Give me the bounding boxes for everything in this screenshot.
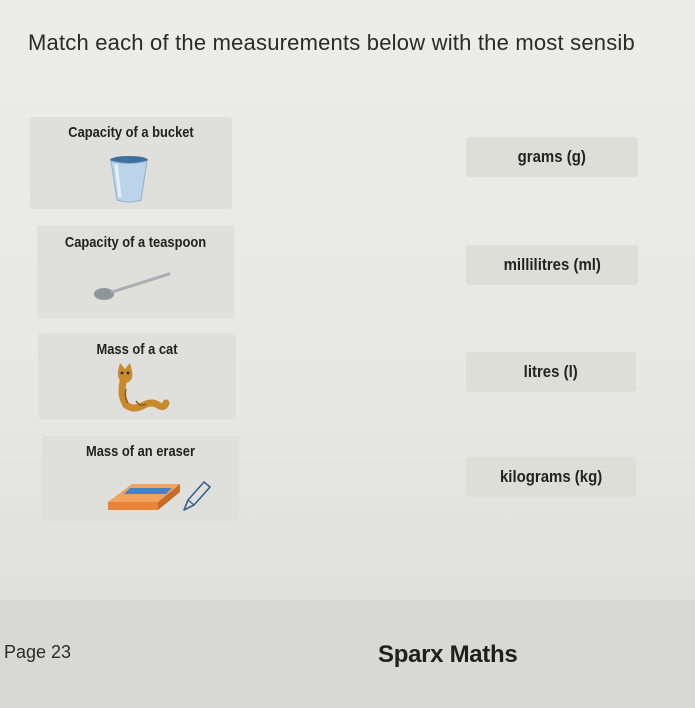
bucket-icon xyxy=(110,156,148,203)
card-capacity-teaspoon[interactable]: Capacity of a teaspoon xyxy=(37,226,234,318)
screen: Match each of the measurements below wit… xyxy=(0,0,695,708)
unit-grams[interactable]: grams (g) xyxy=(466,137,638,177)
question-text: Match each of the measurements below wit… xyxy=(28,30,635,55)
card-label: Mass of a cat xyxy=(96,341,178,358)
card-mass-cat[interactable]: Mass of a cat xyxy=(38,333,236,419)
unit-label: grams (g) xyxy=(517,147,587,166)
cat-icon xyxy=(117,363,170,412)
brand-logo: Sparx Maths xyxy=(378,641,518,668)
unit-label: litres (l) xyxy=(523,362,579,381)
unit-label: kilograms (kg) xyxy=(499,467,603,486)
teaspoon-icon xyxy=(94,272,171,300)
unit-label: millilitres (ml) xyxy=(503,255,601,274)
unit-litres[interactable]: litres (l) xyxy=(466,352,636,392)
card-label: Mass of an eraser xyxy=(85,443,195,460)
card-label: Capacity of a teaspoon xyxy=(64,234,207,251)
eraser-icon xyxy=(108,481,211,511)
card-mass-eraser[interactable]: Mass of an eraser xyxy=(42,436,239,522)
unit-kilograms[interactable]: kilograms (kg) xyxy=(466,457,636,497)
footer-bar xyxy=(0,600,695,708)
unit-millilitres[interactable]: millilitres (ml) xyxy=(466,245,638,285)
page-number: Page 23 xyxy=(4,642,72,662)
card-label: Capacity of a bucket xyxy=(68,124,194,141)
card-capacity-bucket[interactable]: Capacity of a bucket xyxy=(30,117,232,209)
